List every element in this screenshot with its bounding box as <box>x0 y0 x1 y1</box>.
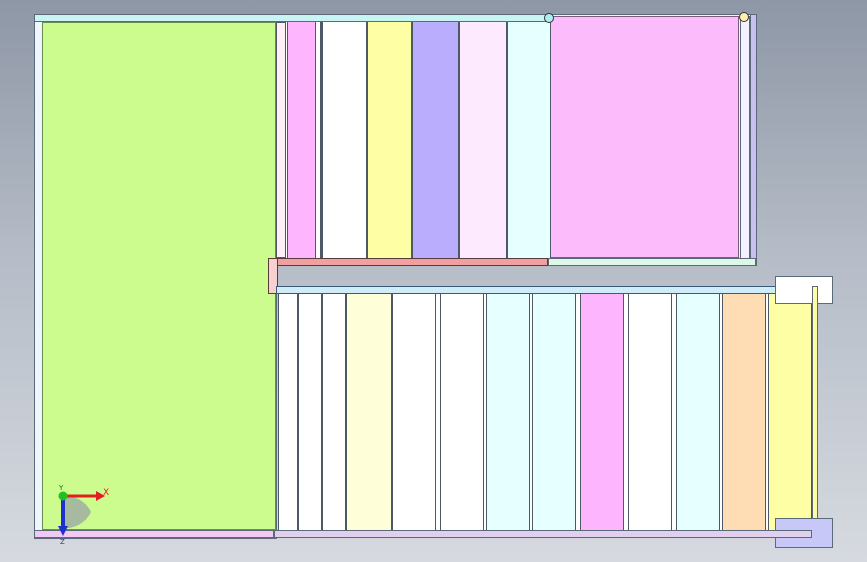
bottom-panel-12[interactable] <box>768 294 812 530</box>
bottom-panel-8[interactable] <box>580 294 624 530</box>
upper-right-edge <box>750 14 757 266</box>
axis-triad: X Y Z <box>58 484 109 546</box>
bottom-panel-9[interactable] <box>628 294 672 530</box>
middle-rail[interactable] <box>268 258 548 266</box>
bottom-panel-4[interactable] <box>392 294 436 530</box>
bottom-panel-7[interactable] <box>532 294 576 530</box>
model-viewport[interactable]: X Y Z <box>0 0 867 562</box>
lower-rail[interactable] <box>276 286 812 294</box>
axis-shade <box>63 495 91 529</box>
left-slab[interactable] <box>42 22 276 530</box>
top-panel-5[interactable] <box>459 22 507 258</box>
top-panel-left-edge <box>276 22 286 258</box>
corner-cap-cyan[interactable] <box>544 13 554 23</box>
bottom-panel-1[interactable] <box>278 294 298 530</box>
x-axis-label: X <box>103 488 109 498</box>
bottom-panel-gap[interactable] <box>322 294 346 530</box>
top-panel-2[interactable] <box>322 22 367 258</box>
top-panel-seam <box>315 22 321 258</box>
right-end-box-top <box>775 276 833 304</box>
upper-right-side-rail <box>740 16 750 264</box>
y-axis-label: Y <box>58 484 64 492</box>
top-panel-3[interactable] <box>367 22 412 258</box>
right-end-strip <box>812 286 818 534</box>
middle-rail-right[interactable] <box>548 258 756 266</box>
bottom-panel-11[interactable] <box>722 294 766 530</box>
top-rail[interactable] <box>34 14 549 22</box>
bottom-rail-right[interactable] <box>274 530 812 538</box>
bottom-panel-5[interactable] <box>440 294 484 530</box>
top-panel-6[interactable] <box>507 22 551 258</box>
bottom-panel-6[interactable] <box>486 294 530 530</box>
upper-right-slab[interactable] <box>550 16 739 258</box>
z-axis-arrow <box>58 526 68 536</box>
corner-cap-yellow[interactable] <box>739 12 749 22</box>
z-axis-label: Z <box>60 538 65 546</box>
bottom-panel-2[interactable] <box>298 294 322 530</box>
y-axis-dot <box>58 491 68 501</box>
bottom-panel-10[interactable] <box>676 294 720 530</box>
top-panel-row <box>276 22 551 258</box>
bottom-panel-row <box>278 294 812 530</box>
top-panel-4[interactable] <box>412 22 459 258</box>
bottom-panel-3[interactable] <box>346 294 392 530</box>
